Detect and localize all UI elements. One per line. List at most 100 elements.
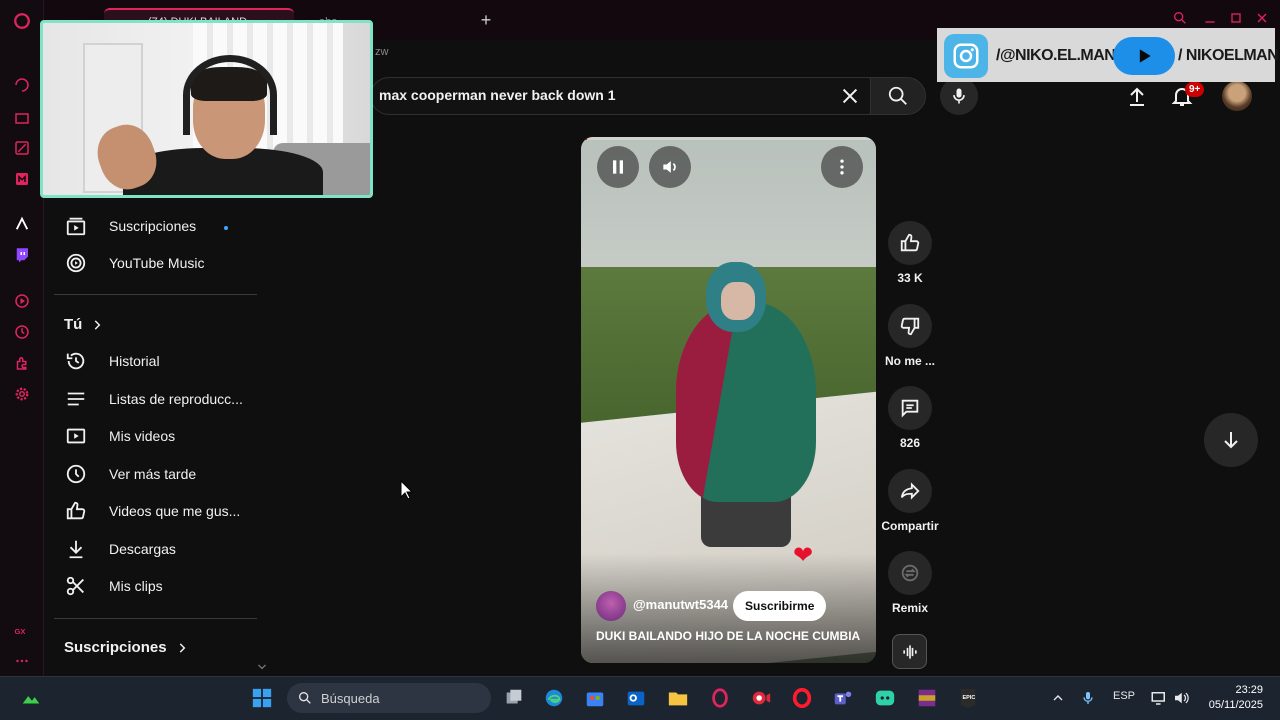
- epic-games-icon[interactable]: EPIC: [955, 685, 981, 711]
- language-indicator[interactable]: ESP: [1113, 690, 1135, 702]
- share-button[interactable]: [888, 469, 932, 513]
- next-short-button[interactable]: [1204, 413, 1258, 467]
- discord-icon[interactable]: [872, 685, 898, 711]
- guide-item-label: Mis clips: [109, 578, 163, 594]
- watch-later-icon: [64, 462, 88, 486]
- maximize-icon[interactable]: [1228, 10, 1248, 30]
- short-player[interactable]: ❤ @manutwt5344 Suscribirme DUKI BAILANDO…: [581, 137, 876, 663]
- comments-button[interactable]: [888, 386, 932, 430]
- guide-item-my-videos[interactable]: Mis videos: [64, 419, 254, 453]
- like-action[interactable]: 33 K: [880, 221, 940, 285]
- more-icon[interactable]: [11, 650, 33, 672]
- guide-section-subscriptions[interactable]: Suscripciones: [64, 639, 189, 656]
- outlook-icon[interactable]: [623, 685, 649, 711]
- taskbar-search-placeholder: Búsqueda: [321, 690, 380, 706]
- opera-icon[interactable]: [789, 685, 815, 711]
- search-button[interactable]: [870, 77, 926, 115]
- windows-start-icon[interactable]: [249, 685, 275, 711]
- new-content-dot: [224, 226, 228, 230]
- chevron-up-icon[interactable]: [1045, 685, 1071, 711]
- new-tab-button[interactable]: +: [476, 10, 496, 30]
- guide-divider: [54, 294, 257, 295]
- player-icon[interactable]: [11, 290, 33, 312]
- channel-avatar[interactable]: [596, 591, 626, 621]
- guide-section-label: Suscripciones: [64, 639, 167, 656]
- youtube-handle: / NIKOELMAN: [1178, 47, 1279, 64]
- guide-item-downloads[interactable]: Descargas: [64, 532, 254, 566]
- taskbar-search[interactable]: Búsqueda: [287, 683, 491, 713]
- screen-recorder-icon[interactable]: [748, 685, 774, 711]
- search-query: max cooperman never back down 1: [379, 87, 616, 103]
- remix-action[interactable]: Remix: [880, 551, 940, 615]
- svg-text:EPIC: EPIC: [963, 695, 976, 701]
- my-videos-icon: [64, 424, 88, 448]
- upload-button[interactable]: [1125, 84, 1149, 108]
- task-view-icon[interactable]: [501, 685, 527, 711]
- microphone-tray-icon[interactable]: [1075, 685, 1101, 711]
- file-explorer-icon[interactable]: [665, 685, 691, 711]
- search-tabs-icon[interactable]: [1172, 10, 1192, 30]
- guide-section-label: Tú: [64, 316, 83, 333]
- volume-button[interactable]: [649, 146, 691, 188]
- extensions-icon[interactable]: [11, 352, 33, 374]
- volume-tray-icon[interactable]: [1168, 685, 1194, 711]
- gx-mail-icon[interactable]: [11, 168, 33, 190]
- gx-shop-icon[interactable]: [11, 106, 33, 128]
- remix-button[interactable]: [888, 551, 932, 595]
- gx-control-icon[interactable]: [11, 74, 33, 96]
- opera-logo-icon[interactable]: [11, 10, 33, 32]
- playlists-icon: [64, 387, 88, 411]
- share-label: Compartir: [881, 519, 939, 533]
- aria-icon[interactable]: [11, 213, 33, 235]
- dislike-button[interactable]: [888, 304, 932, 348]
- gx-corner-icon[interactable]: [11, 137, 33, 159]
- downloads-icon: [64, 537, 88, 561]
- guide-item-playlists[interactable]: Listas de reproducc...: [64, 382, 254, 416]
- sound-button[interactable]: [892, 634, 927, 669]
- edge-icon[interactable]: [541, 685, 567, 711]
- guide-item-history[interactable]: Historial: [64, 344, 254, 378]
- guide-item-label: Descargas: [109, 541, 176, 557]
- clock[interactable]: 23:29 05/11/2025: [1203, 683, 1263, 713]
- teams-icon[interactable]: [830, 685, 856, 711]
- history-sidebar-icon[interactable]: [11, 321, 33, 343]
- chevron-right-icon: [179, 642, 185, 653]
- short-title[interactable]: DUKI BAILANDO HIJO DE LA NOCHE CUMBIA: [596, 629, 860, 643]
- subscribe-button[interactable]: Suscribirme: [733, 591, 827, 621]
- chevron-right-icon: [95, 319, 101, 330]
- gx-logo-icon[interactable]: GX: [11, 620, 33, 642]
- short-progress-bar[interactable]: [581, 137, 876, 140]
- voice-search-button[interactable]: [940, 77, 978, 115]
- dislike-label: No me ...: [884, 354, 935, 368]
- more-options-button[interactable]: [821, 146, 863, 188]
- guide-section-you[interactable]: Tú: [64, 316, 104, 333]
- settings-icon[interactable]: [11, 383, 33, 405]
- account-avatar[interactable]: [1222, 81, 1252, 111]
- opera-gx-sidebar: GX: [0, 0, 44, 676]
- guide-scroll-chevron-icon[interactable]: [256, 660, 268, 672]
- opera-gx-taskbar-icon[interactable]: [707, 685, 733, 711]
- channel-name[interactable]: @manutwt5344: [633, 597, 728, 612]
- guide-item-watch-later[interactable]: Ver más tarde: [64, 457, 254, 491]
- more-vert-icon: [840, 159, 844, 175]
- pause-button[interactable]: [597, 146, 639, 188]
- twitch-icon[interactable]: [11, 244, 33, 266]
- guide-item-liked-videos[interactable]: Videos que me gus...: [64, 494, 254, 528]
- minimize-icon[interactable]: [1202, 10, 1222, 30]
- comments-action[interactable]: 826: [880, 386, 940, 450]
- clear-search-icon[interactable]: [839, 85, 861, 107]
- dislike-action[interactable]: No me ...: [880, 304, 940, 368]
- close-window-icon[interactable]: [1254, 10, 1274, 30]
- winrar-icon[interactable]: [914, 685, 940, 711]
- store-icon[interactable]: [582, 685, 608, 711]
- like-button[interactable]: [888, 221, 932, 265]
- guide-item-clips[interactable]: Mis clips: [64, 569, 254, 603]
- liked-videos-icon: [64, 499, 88, 523]
- share-action[interactable]: Compartir: [880, 469, 940, 533]
- guide-item-label: Mis videos: [109, 428, 176, 444]
- guide-item-youtube-music[interactable]: YouTube Music: [64, 246, 254, 280]
- thumbs-up-icon: [900, 233, 920, 252]
- short-person-jacket: [676, 302, 816, 502]
- widgets-icon[interactable]: [18, 685, 44, 711]
- guide-item-label: Historial: [109, 353, 160, 369]
